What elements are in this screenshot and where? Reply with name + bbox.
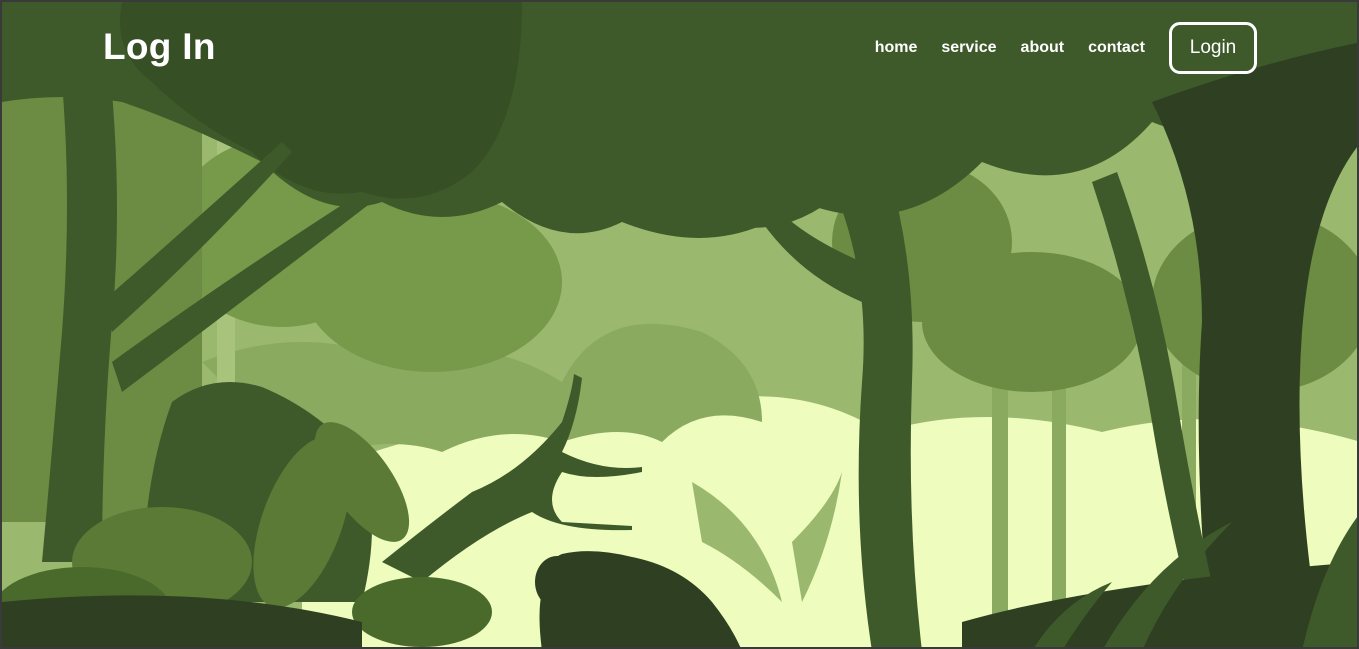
nav-link-about[interactable]: about <box>1021 39 1065 57</box>
nav-link-contact[interactable]: contact <box>1088 39 1145 57</box>
main-nav: home service about contact Login <box>875 22 1257 74</box>
nav-link-home[interactable]: home <box>875 39 918 57</box>
jungle-background-illustration <box>2 2 1357 647</box>
nav-link-service[interactable]: service <box>941 39 996 57</box>
login-button[interactable]: Login <box>1169 22 1257 74</box>
brand-title: Log In <box>103 26 216 67</box>
page: Log In home service about contact Login <box>0 0 1359 649</box>
